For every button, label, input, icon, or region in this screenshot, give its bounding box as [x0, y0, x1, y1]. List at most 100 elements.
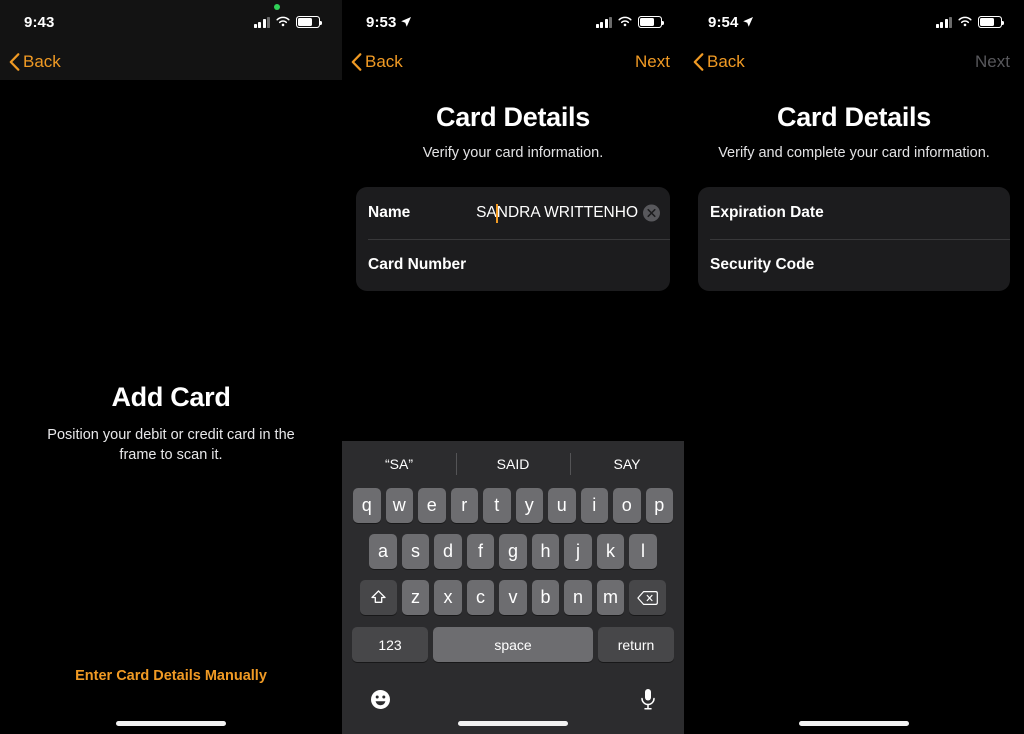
- key-g[interactable]: g: [499, 534, 527, 569]
- key-y[interactable]: y: [515, 488, 543, 523]
- numbers-key[interactable]: 123: [352, 627, 428, 662]
- back-button[interactable]: Back: [693, 52, 745, 72]
- location-arrow-icon: [401, 17, 412, 27]
- status-bar: 9:43: [0, 0, 342, 44]
- nav-bar: Back Next: [342, 44, 684, 80]
- home-indicator[interactable]: [799, 721, 909, 726]
- form-row-expiration-date[interactable]: Expiration Date: [698, 187, 1010, 239]
- form-row-card-number[interactable]: Card Number: [356, 239, 670, 291]
- shift-key[interactable]: [359, 580, 397, 615]
- key-f[interactable]: f: [466, 534, 495, 569]
- key-x[interactable]: x: [434, 580, 462, 615]
- name-value-before-caret: SA: [476, 204, 497, 221]
- home-indicator[interactable]: [116, 721, 226, 726]
- clear-text-button[interactable]: [643, 204, 660, 222]
- key-w[interactable]: w: [385, 488, 413, 523]
- status-time-label: 9:53: [366, 13, 397, 31]
- key-l[interactable]: l: [629, 534, 657, 569]
- status-indicators: [595, 16, 665, 28]
- chevron-left-icon: [351, 53, 362, 71]
- dictation-key[interactable]: [640, 688, 656, 716]
- key-q[interactable]: q: [353, 488, 381, 523]
- next-button[interactable]: Next: [975, 52, 1010, 72]
- prediction-2[interactable]: SAY: [570, 456, 684, 472]
- cellular-signal-icon: [253, 16, 270, 28]
- key-z[interactable]: z: [401, 580, 430, 615]
- prediction-1[interactable]: SAID: [456, 456, 570, 472]
- status-bar: 9:54: [684, 0, 1024, 44]
- keyboard-row-1: q w e r t y u i o p: [342, 488, 684, 523]
- status-bar: 9:53: [342, 0, 684, 44]
- on-screen-keyboard: “SA” SAID SAY q w e r t y u i o p a s d …: [342, 441, 684, 734]
- field-label: Card Number: [368, 256, 467, 273]
- location-arrow-icon: [743, 17, 754, 27]
- delete-icon: [637, 590, 659, 605]
- key-v[interactable]: v: [499, 580, 527, 615]
- predictive-text-bar: “SA” SAID SAY: [342, 441, 684, 487]
- status-time: 9:54: [708, 14, 754, 31]
- home-indicator[interactable]: [458, 721, 568, 726]
- recording-indicator-dot: [274, 4, 280, 10]
- screenshot-panels: 9:43 Back Add Card Position your debit o…: [0, 0, 1024, 734]
- next-button[interactable]: Next: [635, 52, 670, 72]
- key-k[interactable]: k: [596, 534, 625, 569]
- field-label: Security Code: [710, 256, 815, 273]
- page-title: Card Details: [436, 102, 590, 132]
- key-a[interactable]: a: [369, 534, 397, 569]
- key-h[interactable]: h: [531, 534, 560, 569]
- microphone-icon: [641, 689, 655, 710]
- keyboard-row-2: a s d f g h j k l: [342, 534, 684, 569]
- shift-icon: [371, 590, 386, 603]
- back-button[interactable]: Back: [9, 52, 61, 72]
- key-r[interactable]: r: [450, 488, 478, 523]
- name-value-after-caret: NDRA WRITTENHO: [496, 204, 638, 221]
- key-p[interactable]: p: [645, 488, 673, 523]
- key-c[interactable]: c: [466, 580, 495, 615]
- battery-icon: [296, 16, 323, 28]
- wifi-icon: [618, 16, 632, 27]
- enter-card-details-manually-link[interactable]: Enter Card Details Manually: [0, 668, 342, 684]
- name-field-value[interactable]: SA NDRA WRITTENHO: [410, 203, 658, 223]
- form-row-security-code[interactable]: Security Code: [698, 239, 1010, 291]
- panel-card-details-expiry: 9:54 Back Next Card Details Verify and c…: [684, 0, 1024, 734]
- form-row-name[interactable]: Name SA NDRA WRITTENHO: [356, 187, 670, 239]
- battery-icon: [978, 16, 1005, 28]
- key-j[interactable]: j: [564, 534, 592, 569]
- key-d[interactable]: d: [434, 534, 462, 569]
- space-key[interactable]: space: [433, 627, 593, 662]
- key-m[interactable]: m: [596, 580, 625, 615]
- back-button-label: Back: [23, 52, 61, 71]
- key-s[interactable]: s: [401, 534, 430, 569]
- key-u[interactable]: u: [548, 488, 576, 523]
- status-time-label: 9:54: [708, 13, 739, 31]
- emoji-icon: [371, 690, 390, 709]
- cellular-signal-icon: [595, 16, 612, 28]
- return-key[interactable]: return: [598, 627, 674, 662]
- battery-icon: [638, 16, 665, 28]
- back-button[interactable]: Back: [351, 52, 403, 72]
- cellular-signal-icon: [935, 16, 952, 28]
- panel-card-details-name: 9:53 Back Next Card Details Verify your …: [342, 0, 684, 734]
- back-button-label: Back: [707, 52, 745, 71]
- back-button-label: Back: [365, 52, 403, 71]
- key-n[interactable]: n: [564, 580, 592, 615]
- wifi-icon: [958, 16, 972, 27]
- wifi-icon: [276, 16, 290, 27]
- key-t[interactable]: t: [483, 488, 511, 523]
- status-time: 9:43: [24, 14, 54, 31]
- panel-scan-card: 9:43 Back Add Card Position your debit o…: [0, 0, 342, 734]
- nav-bar: Back Next: [684, 44, 1024, 80]
- keyboard-bottom-bar: [342, 688, 684, 716]
- key-i[interactable]: i: [580, 488, 608, 523]
- prediction-0[interactable]: “SA”: [342, 456, 456, 472]
- key-o[interactable]: o: [613, 488, 641, 523]
- page-subtitle: Verify and complete your card informatio…: [718, 145, 990, 161]
- delete-key[interactable]: [629, 580, 667, 615]
- key-b[interactable]: b: [531, 580, 560, 615]
- status-time: 9:53: [366, 14, 412, 31]
- page-subtitle: Verify your card information.: [422, 145, 604, 161]
- key-e[interactable]: e: [418, 488, 446, 523]
- emoji-key[interactable]: [370, 689, 391, 715]
- nav-bar: Back: [0, 44, 342, 80]
- status-indicators: [935, 16, 1005, 28]
